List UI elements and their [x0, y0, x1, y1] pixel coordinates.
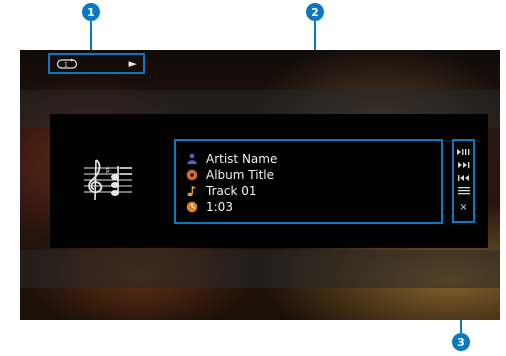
- playlist-button[interactable]: [456, 184, 472, 197]
- track-info-box: Artist Name Album Title Track 01 1:03: [174, 139, 443, 224]
- play-pause-button[interactable]: [456, 145, 472, 158]
- repeat-one-icon: 1: [56, 58, 78, 69]
- playback-status-bar: 1 ►: [48, 53, 145, 74]
- callout-1-line: [90, 21, 92, 51]
- svg-text:1: 1: [64, 60, 68, 68]
- callout-1: 1: [82, 3, 100, 21]
- operation-menu: ×: [452, 139, 475, 223]
- skip-backward-button[interactable]: [456, 171, 472, 184]
- close-button[interactable]: ×: [456, 201, 472, 214]
- callout-3: 3: [452, 333, 470, 351]
- time-row: 1:03: [186, 199, 431, 215]
- music-note-icon: [186, 185, 198, 197]
- disc-icon: [186, 169, 198, 181]
- skip-forward-button[interactable]: [456, 158, 472, 171]
- album-row: Album Title: [186, 167, 431, 183]
- elapsed-time: 1:03: [206, 200, 233, 214]
- track-row: Track 01: [186, 183, 431, 199]
- music-score-icon: ♯: [84, 159, 132, 201]
- svg-text:♯: ♯: [105, 164, 110, 177]
- track-title: Track 01: [206, 184, 257, 198]
- artist-icon: [186, 153, 198, 165]
- background-band-bottom: [20, 250, 500, 288]
- artist-row: Artist Name: [186, 151, 431, 167]
- album-title: Album Title: [206, 168, 274, 182]
- play-icon: ►: [128, 57, 137, 70]
- callout-2: 2: [306, 3, 324, 21]
- artist-name: Artist Name: [206, 152, 278, 166]
- clock-icon: [186, 201, 198, 213]
